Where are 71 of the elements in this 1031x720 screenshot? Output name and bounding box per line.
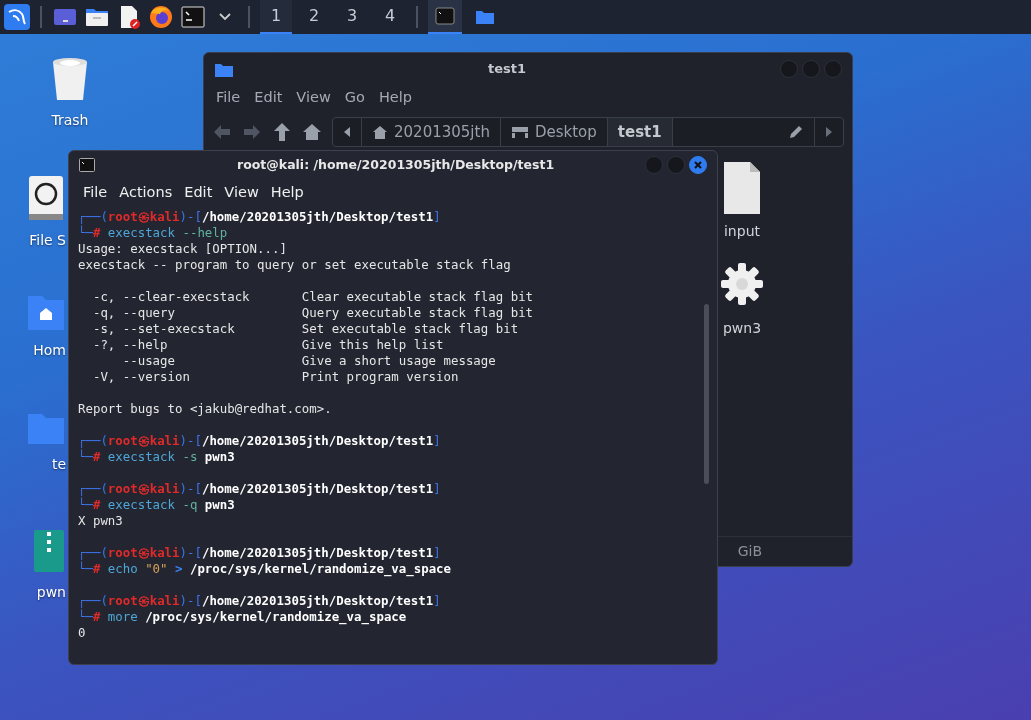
path-crumb[interactable]: test1 [607,118,673,146]
menu-item[interactable]: Edit [178,181,219,204]
drive-icon[interactable] [26,174,66,222]
firefox-icon[interactable] [149,5,173,29]
file-label: pwn3 [722,319,762,338]
terminal-icon[interactable] [181,6,205,28]
desktop-icon [510,125,529,139]
terminal-line: -q, --query Query executable stack flag bit [91,305,535,321]
terminal-line: └─# echo "0" > /proc/sys/kernel/randomize_va_space [78,561,453,577]
file-label: input [724,222,760,241]
terminal-line: -V, --version Print program version [91,369,460,385]
menu-item[interactable]: Edit [248,87,289,109]
menu-item[interactable]: Actions [113,181,179,204]
menu-item[interactable]: Help [372,87,418,109]
workspace-tab[interactable]: 2 [298,0,330,34]
terminal-line: X pwn3 [78,513,124,529]
close-icon [694,161,702,169]
menu-item[interactable]: File [210,87,247,109]
window-title: root@kali: /home/20201305jth/Desktop/test1 [236,155,556,174]
trash-icon[interactable] [50,56,90,102]
terminal-line: └─# execstack --help [78,225,229,241]
menu-item[interactable]: File [77,181,114,204]
terminal-line: -c, --clear-execstack Clear executable stack flag bit [91,289,535,305]
terminal-line: execstack -- program to query or set executable stack flag [78,257,512,273]
menu-item[interactable]: Help [264,181,310,204]
terminal-line: └─# execstack -q pwn3 [78,497,236,513]
status-text: GiB [737,542,762,561]
terminal-line: └─# more /proc/sys/kernel/randomize_va_space [78,609,408,625]
binary-file-icon[interactable] [723,161,761,215]
terminal-line: Report bugs to <jakub@redhat.com>. [78,401,333,417]
menu-item[interactable]: Go [338,87,371,109]
zip-archive-icon[interactable] [32,528,66,574]
terminal-line: 0 [78,625,87,641]
file-manager-icon[interactable] [85,7,109,27]
pencil-icon[interactable] [788,124,804,140]
right-caret-icon[interactable] [825,126,833,138]
workspace-tab[interactable]: 3 [336,0,368,34]
terminal-line: ┌──(root㉿kali)-[/home/20201305jth/Desktop/test1] [78,545,442,561]
path-crumb[interactable]: 20201305jth [362,118,501,146]
scrollbar[interactable] [704,304,709,484]
terminal-line: ┌──(root㉿kali)-[/home/20201305jth/Desktop/test1] [78,433,442,449]
text-editor-icon[interactable] [118,5,140,29]
home-icon [372,125,388,139]
menu-item[interactable]: View [290,87,337,109]
terminal-line: ┌──(root㉿kali)-[/home/20201305jth/Desktop/test1] [78,593,442,609]
up-arrow-icon[interactable] [272,122,292,142]
terminal-line: Usage: execstack [OPTION...] [78,241,288,257]
menu-item[interactable]: View [218,181,265,204]
icon-label: te [51,455,66,474]
terminal-line: ┌──(root㉿kali)-[/home/20201305jth/Desktop/test1] [78,481,442,497]
left-caret-icon[interactable] [343,126,351,138]
terminal-line: -?, --help Give this help list [91,337,445,353]
icon-label: pwn [36,583,66,602]
workspace-tab[interactable]: 4 [374,0,406,34]
path-crumb[interactable]: Desktop [500,118,608,146]
terminal-line: ┌──(root㉿kali)-[/home/20201305jth/Desktop/test1] [78,209,442,225]
desktop-icon[interactable] [53,7,77,27]
close-button[interactable] [689,156,707,174]
icon-label: Hom [33,341,66,360]
terminal-icon [79,158,95,172]
terminal-line: └─# execstack -s pwn3 [78,449,236,465]
home-icon[interactable] [302,122,322,142]
window-title: test1 [487,60,527,79]
taskbar-task[interactable] [428,0,462,34]
icon-label: File S [29,231,66,250]
terminal-line: --usage Give a short usage message [121,353,497,369]
terminal-icon [435,7,455,25]
workspace-tab[interactable]: 1 [260,0,292,34]
terminal-line: -s, --set-execstack Set executable stack flag bit [91,321,520,337]
icon-label: Trash [51,111,89,130]
chevron-down-icon[interactable] [219,13,231,21]
